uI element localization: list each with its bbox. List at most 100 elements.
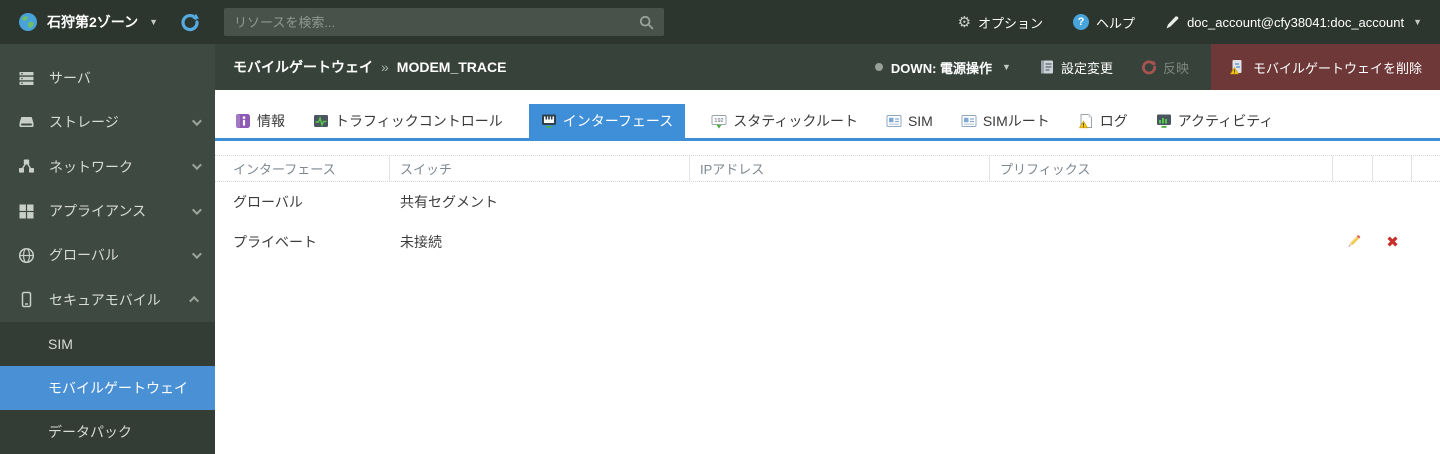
pencil-icon [1345,234,1361,250]
pen-icon [1165,15,1180,30]
server-icon [18,70,35,87]
secure-mobile-submenu: SIM モバイルゲートウェイ データパック [0,322,215,454]
zone-label: 石狩第2ゾーン [47,12,138,32]
column-header-spacer [1412,156,1440,181]
interface-table: インターフェース スイッチ IPアドレス プリフィックス グローバル 共有セグメ… [215,155,1440,262]
breadcrumb: モバイルゲートウェイ » MODEM_TRACE [233,57,506,77]
help-label: ヘルプ [1096,13,1135,32]
static-route-icon: 192 [711,113,727,129]
sidebar-item-network[interactable]: ネットワーク [0,145,215,189]
tab-sim-route[interactable]: SIMルート [959,104,1052,138]
zone-caret-icon: ▼ [149,17,158,27]
chevron-down-icon [192,205,202,215]
secure-mobile-icon [18,291,35,308]
sidebar-item-appliance[interactable]: アプライアンス [0,189,215,233]
sidebar-item-mobile-gateway[interactable]: モバイルゲートウェイ [0,366,215,410]
sidebar-item-label: アプライアンス [49,201,178,221]
sidebar-item-global[interactable]: グローバル [0,233,215,277]
tab-label: ログ [1100,111,1128,131]
column-header-switch: スイッチ [390,156,690,181]
tab-activity[interactable]: アクティビティ [1154,104,1276,138]
table-row: グローバル 共有セグメント [215,182,1440,222]
delete-gateway-label: モバイルゲートウェイを削除 [1253,58,1422,77]
sidebar: サーバ ストレージ [0,44,215,454]
account-menu[interactable]: doc_account@cfy38041:doc_account ▼ [1165,15,1422,30]
appliance-icon [18,203,35,220]
tab-label: トラフィックコントロール [335,111,503,131]
tab-label: インターフェース [563,111,673,131]
column-header-delete [1373,156,1412,181]
tab-sim[interactable]: SIM [884,104,935,138]
static-route-badge: 192 [715,118,724,124]
content: モバイルゲートウェイ » MODEM_TRACE DOWN: 電源操作 ▼ [215,44,1440,454]
chevron-down-icon [192,116,202,126]
status-dot-icon [875,63,883,71]
sim-route-icon [961,113,977,129]
sidebar-item-storage[interactable]: ストレージ [0,100,215,144]
tab-label: SIMルート [983,111,1050,131]
delete-interface-button[interactable]: ✖ [1373,235,1412,250]
chevron-up-icon [189,296,199,306]
power-status-dropdown[interactable]: DOWN: 電源操作 ▼ [875,58,1011,77]
sim-icon [886,113,902,129]
device-warning-icon [1229,59,1245,75]
topbar-right: ⚙ オプション ? ヘルプ doc_account@cfy38041:doc_a… [958,13,1440,32]
help-menu[interactable]: ? ヘルプ [1073,13,1135,32]
table-header-row: インターフェース スイッチ IPアドレス プリフィックス [215,155,1440,182]
sidebar-item-sim[interactable]: SIM [0,322,215,366]
reflect-refresh-icon [1141,59,1157,75]
resource-search [224,8,664,36]
power-status-label: DOWN: 電源操作 [891,58,992,77]
column-header-edit [1333,156,1373,181]
network-icon [18,158,35,175]
info-icon [235,113,251,129]
actionbar: モバイルゲートウェイ » MODEM_TRACE DOWN: 電源操作 ▼ [215,44,1440,90]
column-header-interface: インターフェース [215,156,390,181]
tab-traffic-control[interactable]: トラフィックコントロール [311,104,505,138]
sidebar-item-data-pack[interactable]: データパック [0,410,215,454]
tab-label: SIM [908,113,933,129]
storage-icon [18,114,35,131]
refresh-button[interactable] [172,4,208,40]
sidebar-item-label: ストレージ [49,112,178,132]
tab-static-route[interactable]: 192 スタティックルート [709,104,860,138]
delete-gateway-button[interactable]: モバイルゲートウェイを削除 [1211,44,1440,90]
tab-log[interactable]: ログ [1076,104,1130,138]
settings-doc-icon [1039,59,1055,75]
log-icon [1078,113,1094,129]
account-caret-icon: ▼ [1413,17,1422,27]
modify-settings-button[interactable]: 設定変更 [1039,58,1113,77]
edit-interface-button[interactable] [1333,234,1373,250]
global-icon [18,247,35,264]
status-caret-icon: ▼ [1002,62,1011,72]
tab-label: スタティックルート [733,111,858,131]
breadcrumb-parent[interactable]: モバイルゲートウェイ [233,57,373,77]
gear-icon: ⚙ [958,13,971,31]
sidebar-subitem-label: SIM [48,336,73,352]
console-app: 石狩第2ゾーン ▼ ⚙ オプション ? [0,0,1440,454]
chevron-down-icon [192,160,202,170]
sidebar-item-label: グローバル [49,245,178,265]
search-input[interactable] [234,15,639,30]
options-label: オプション [978,13,1043,32]
sidebar-item-secure-mobile[interactable]: セキュアモバイル [0,278,215,322]
sidebar-item-label: セキュアモバイル [49,290,178,310]
tab-interface[interactable]: インターフェース [529,104,685,138]
cell-interface: プライベート [215,232,390,252]
options-menu[interactable]: ⚙ オプション [958,13,1043,32]
help-icon: ? [1073,14,1089,30]
sidebar-subitem-label: データパック [48,422,132,442]
actionbar-right: DOWN: 電源操作 ▼ [875,44,1440,90]
table-row: プライベート 未接続 [215,222,1440,262]
interface-icon [541,113,557,129]
breadcrumb-current: MODEM_TRACE [397,59,507,75]
sidebar-item-server[interactable]: サーバ [0,56,215,100]
tab-label: 情報 [257,111,285,131]
topbar: 石狩第2ゾーン ▼ ⚙ オプション ? [0,0,1440,44]
tab-info[interactable]: 情報 [233,104,287,138]
delete-x-icon: ✖ [1386,235,1399,250]
tab-label: アクティビティ [1178,111,1274,131]
reflect-button[interactable]: 反映 [1141,58,1189,77]
zone-selector[interactable]: 石狩第2ゾーン ▼ [0,12,170,32]
search-icon [639,15,654,30]
